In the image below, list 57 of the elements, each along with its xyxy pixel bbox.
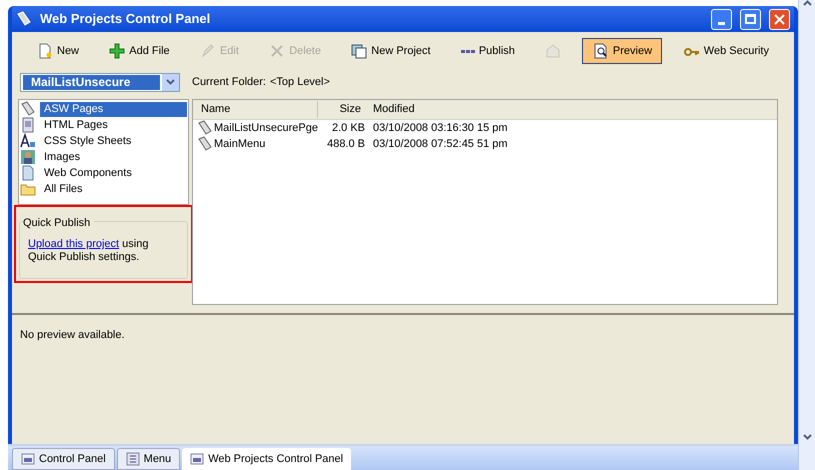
table-cell-text: MainMenu xyxy=(214,136,266,152)
letter-grid-icon xyxy=(20,133,36,149)
category-item[interactable]: ASW Pages xyxy=(40,102,187,116)
toolbar-button[interactable]: Web Security xyxy=(674,38,778,64)
window-icon xyxy=(21,452,35,466)
window-title: Web Projects Control Panel xyxy=(40,10,212,28)
dots-icon xyxy=(460,50,475,52)
scroll-icon xyxy=(197,136,213,152)
document-tab[interactable]: Web Projects Control Panel xyxy=(182,448,352,470)
windows-icon xyxy=(351,43,368,59)
upload-link[interactable]: Upload this project xyxy=(28,238,120,250)
toolbar-button[interactable]: New Project xyxy=(342,38,440,64)
magnifier-icon xyxy=(592,43,609,59)
category-item[interactable]: Web Components xyxy=(40,166,187,180)
image-icon xyxy=(20,149,36,165)
close-button[interactable] xyxy=(769,8,790,30)
scroll-icon xyxy=(16,11,32,27)
toolbar-button[interactable]: Publish xyxy=(452,38,524,64)
table-cell-text: 2.0 KB xyxy=(330,120,365,136)
column-header[interactable]: Name xyxy=(193,101,318,118)
list-icon xyxy=(126,452,140,466)
table-cell-text: 03/10/2008 03:16:30 15 pm xyxy=(372,120,509,136)
cross-icon xyxy=(269,43,286,59)
table-cell-text: MailListUnsecurePge xyxy=(214,120,318,136)
group-title: Quick Publish xyxy=(23,215,94,232)
document-icon xyxy=(20,165,36,181)
toolbar-button[interactable]: New xyxy=(28,38,88,64)
table-cell-text: 03/10/2008 07:52:45 51 pm xyxy=(372,136,509,152)
maximize-button[interactable] xyxy=(740,8,761,30)
window-icon xyxy=(190,452,204,466)
pencil-icon xyxy=(200,43,216,59)
page-icon xyxy=(37,43,53,59)
category-item[interactable]: All Files xyxy=(40,182,187,196)
category-item[interactable]: Images xyxy=(40,150,187,164)
scroll-icon xyxy=(20,101,36,117)
column-header[interactable]: Size xyxy=(318,101,365,118)
publish-hint: Upload this project using Quick Publish settings. xyxy=(28,238,150,264)
preview-message: No preview available. xyxy=(20,329,125,341)
folder-value: <Top Level> xyxy=(270,74,330,90)
close-icon xyxy=(774,14,785,24)
chevron-down-icon xyxy=(166,79,175,85)
project-dropdown[interactable]: MailListUnsecure xyxy=(20,72,180,92)
box-icon xyxy=(545,43,562,59)
table-cell-text: 488.0 B xyxy=(326,136,365,152)
folder-label: Current Folder: xyxy=(192,74,266,90)
page-icon xyxy=(20,117,36,133)
toolbar-button[interactable]: Preview xyxy=(582,38,662,64)
plus-icon xyxy=(109,43,126,59)
chevron-up-icon xyxy=(802,0,812,6)
category-item[interactable]: HTML Pages xyxy=(40,118,187,132)
column-header[interactable]: Modified xyxy=(365,101,777,118)
document-tab[interactable]: Menu xyxy=(116,448,180,470)
document-tab[interactable]: Control Panel xyxy=(12,448,115,470)
minimize-button[interactable] xyxy=(711,8,732,30)
category-item[interactable]: CSS Style Sheets xyxy=(40,134,187,148)
chevron-down-icon xyxy=(802,434,812,440)
toolbar-button[interactable]: Add File xyxy=(100,38,179,64)
